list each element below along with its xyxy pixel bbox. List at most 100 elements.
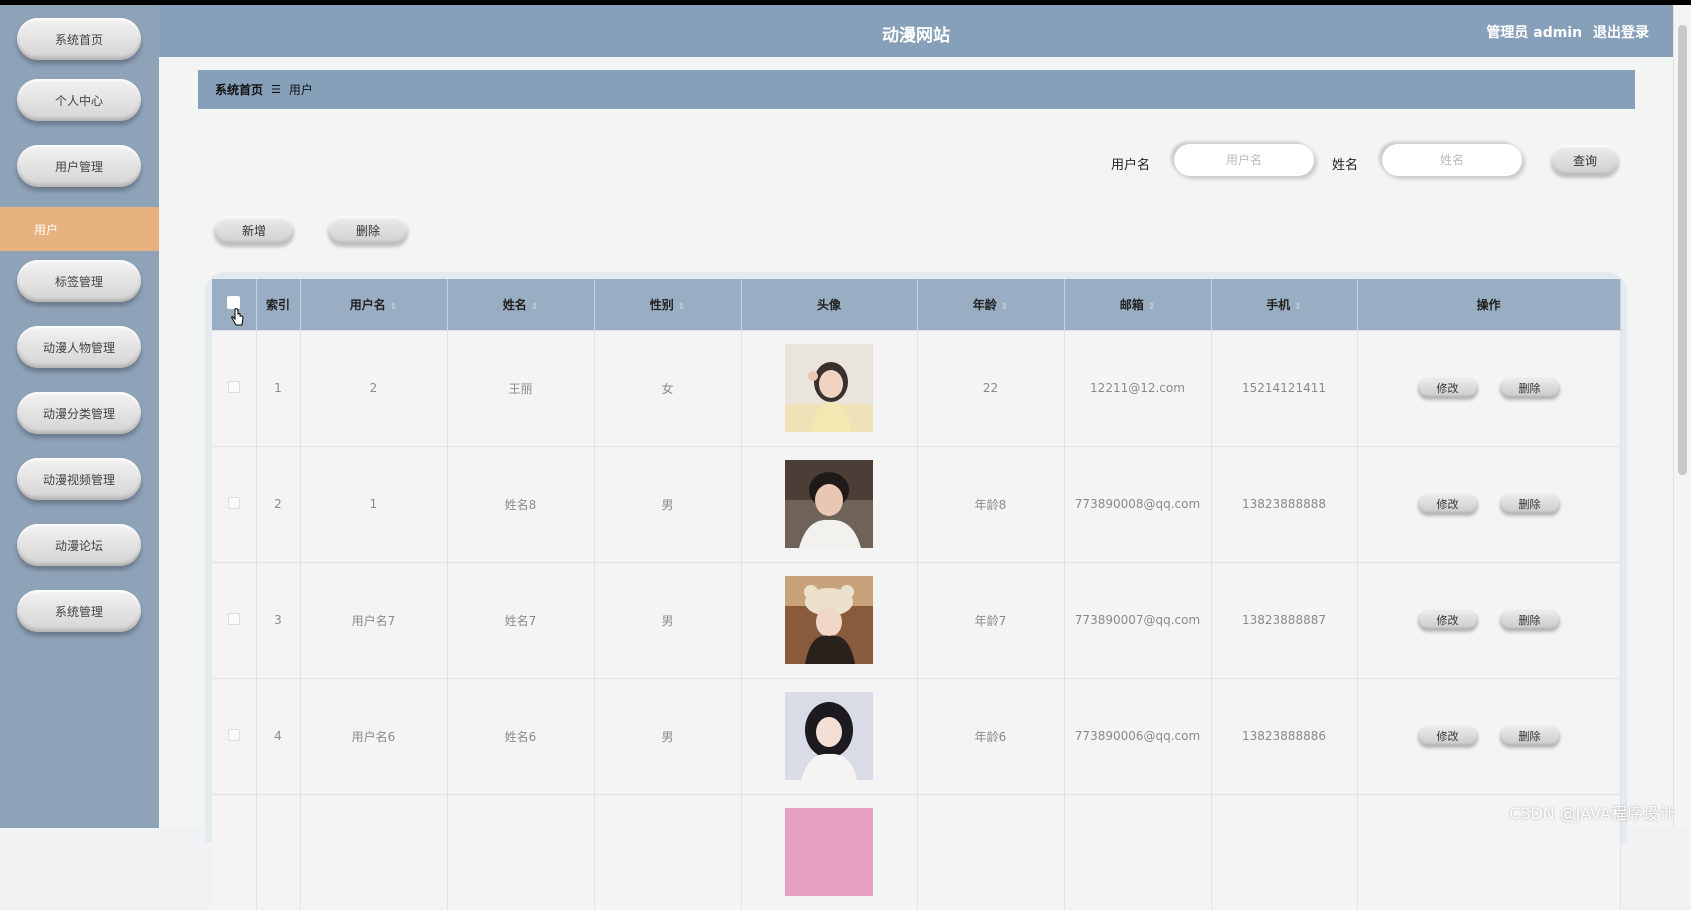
cell-phone: 15214121411 xyxy=(1211,329,1358,446)
window-top-edge xyxy=(0,0,1691,5)
sidebar-item-tag-management[interactable]: 标签管理 xyxy=(17,260,141,302)
table-header-row: 索引 用户名 ⇕ 姓名 ⇕ 性别 ⇕ 头像 年龄 ⇕ 邮箱 ⇕ 手机 ⇕ 操作 xyxy=(212,279,1621,330)
sidebar-item-users-active[interactable]: 用户 xyxy=(0,207,159,251)
sort-icon[interactable]: ⇕ xyxy=(1148,302,1156,312)
column-header-actions: 操作 xyxy=(1357,279,1621,330)
cell-name: 姓名7 xyxy=(447,561,595,678)
cell-age: 年龄6 xyxy=(917,677,1065,794)
sidebar-item-user-management[interactable]: 用户管理 xyxy=(17,145,141,187)
cell-username: 1 xyxy=(300,445,448,562)
main-content: 系统首页 ☰ 用户 用户名 姓名 查询 新增 删除 索引 用户名⇕ 姓名⇕ 性别… xyxy=(159,57,1673,910)
top-header: 动漫网站 管理员 admin 退出登录 xyxy=(159,5,1673,57)
user-info: 管理员 admin 退出登录 xyxy=(1480,22,1649,42)
column-header-age[interactable]: 年龄 ⇕ xyxy=(917,279,1065,330)
cell-username: 用户名7 xyxy=(300,561,448,678)
avatar-image[interactable] xyxy=(785,808,873,897)
edit-button[interactable]: 修改 xyxy=(1417,494,1478,514)
sort-icon[interactable]: ⇕ xyxy=(531,302,539,312)
logout-link[interactable]: 退出登录 xyxy=(1593,25,1649,41)
user-table: 索引 用户名 ⇕ 姓名 ⇕ 性别 ⇕ 头像 年龄 ⇕ 邮箱 ⇕ 手机 ⇕ 操作 1 2 王丽 xyxy=(212,279,1621,910)
delete-button[interactable]: 删除 xyxy=(1499,726,1560,746)
column-header-phone[interactable]: 手机 ⇕ xyxy=(1211,279,1358,330)
avatar-image[interactable] xyxy=(785,576,873,664)
row-checkbox[interactable] xyxy=(227,728,240,741)
sort-icon[interactable]: ⇕ xyxy=(678,302,686,312)
delete-button[interactable]: 删除 xyxy=(1499,610,1560,630)
delete-button[interactable]: 删除 xyxy=(1499,494,1560,514)
cell-index: 1 xyxy=(256,329,301,446)
column-header-name[interactable]: 姓名 ⇕ xyxy=(447,279,595,330)
cell-name: 姓名8 xyxy=(447,445,595,562)
cell-email: 773890008@qq.com xyxy=(1064,445,1212,562)
breadcrumb-separator-icon: ☰ xyxy=(271,83,281,96)
column-header-index: 索引 xyxy=(256,279,301,330)
cell-username: 用户名6 xyxy=(300,677,448,794)
table-row: 3 用户名7 姓名7 男 年龄7 773890007@qq.com 138238… xyxy=(212,561,1621,678)
sidebar-item-system-management[interactable]: 系统管理 xyxy=(17,590,141,632)
name-search-input[interactable] xyxy=(1382,144,1522,176)
hand-cursor-icon xyxy=(231,308,244,326)
cell-email: 12211@12.com xyxy=(1064,329,1212,446)
sort-icon[interactable]: ⇕ xyxy=(390,302,398,312)
breadcrumb-home[interactable]: 系统首页 xyxy=(215,81,263,98)
user-table-container: 索引 用户名 ⇕ 姓名 ⇕ 性别 ⇕ 头像 年龄 ⇕ 邮箱 ⇕ 手机 ⇕ 操作 1 2 王丽 xyxy=(205,272,1627,910)
sidebar: 系统首页 个人中心 用户管理 用户 标签管理 动漫人物管理 动漫分类管理 动漫视… xyxy=(0,5,159,828)
admin-user-label: 管理员 admin xyxy=(1486,25,1583,41)
name-search-label: 姓名 xyxy=(1332,158,1359,173)
query-button[interactable]: 查询 xyxy=(1551,145,1619,175)
scrollbar-thumb[interactable] xyxy=(1678,25,1687,475)
column-header-avatar: 头像 xyxy=(741,279,918,330)
cell-phone: 13823888887 xyxy=(1211,561,1358,678)
breadcrumb-current: 用户 xyxy=(288,83,313,97)
delete-button[interactable]: 删除 xyxy=(1499,378,1560,398)
column-header-username[interactable]: 用户名 ⇕ xyxy=(300,279,448,330)
row-checkbox[interactable] xyxy=(227,380,240,393)
cell-phone: 13823888888 xyxy=(1211,445,1358,562)
cell-gender: 男 xyxy=(594,445,742,562)
table-row: 4 用户名6 姓名6 男 年龄6 773890006@qq.com 138238… xyxy=(212,677,1621,794)
cell-age: 年龄7 xyxy=(917,561,1065,678)
sidebar-item-profile[interactable]: 个人中心 xyxy=(17,79,141,121)
cell-email: 773890006@qq.com xyxy=(1064,677,1212,794)
sort-icon[interactable]: ⇕ xyxy=(1294,302,1302,312)
column-header-email[interactable]: 邮箱 ⇕ xyxy=(1064,279,1212,330)
cell-name: 王丽 xyxy=(447,329,595,446)
cell-age: 22 xyxy=(917,329,1065,446)
edit-button[interactable]: 修改 xyxy=(1417,726,1478,746)
cell-index: 3 xyxy=(256,561,301,678)
table-row: 2 1 姓名8 男 年龄8 773890008@qq.com 138238888… xyxy=(212,445,1621,562)
watermark: CSDN @JAVA程序设计 xyxy=(1509,804,1675,823)
username-search-label: 用户名 xyxy=(1111,158,1151,173)
breadcrumb: 系统首页 ☰ 用户 xyxy=(198,70,1635,109)
sidebar-item-category-management[interactable]: 动漫分类管理 xyxy=(17,392,141,434)
column-header-gender[interactable]: 性别 ⇕ xyxy=(594,279,742,330)
edit-button[interactable]: 修改 xyxy=(1417,610,1478,630)
avatar-image[interactable] xyxy=(785,692,873,780)
sidebar-item-character-management[interactable]: 动漫人物管理 xyxy=(17,326,141,368)
cell-name: 姓名6 xyxy=(447,677,595,794)
table-row: 1 2 王丽 女 22 12211@12.com 15214121411 修改 删… xyxy=(212,329,1621,446)
sidebar-item-forum[interactable]: 动漫论坛 xyxy=(17,524,141,566)
cell-gender: 男 xyxy=(594,561,742,678)
avatar-image[interactable] xyxy=(785,460,873,548)
cell-username: 2 xyxy=(300,329,448,446)
cell-index: 2 xyxy=(256,445,301,562)
cell-age: 年龄8 xyxy=(917,445,1065,562)
page-scrollbar[interactable] xyxy=(1673,5,1691,828)
sort-icon[interactable]: ⇕ xyxy=(1001,302,1009,312)
batch-delete-button[interactable]: 删除 xyxy=(328,216,408,244)
site-title: 动漫网站 xyxy=(882,26,950,46)
cell-gender: 女 xyxy=(594,329,742,446)
avatar-image[interactable] xyxy=(785,344,873,432)
cell-gender: 男 xyxy=(594,677,742,794)
cell-index: 4 xyxy=(256,677,301,794)
edit-button[interactable]: 修改 xyxy=(1417,378,1478,398)
cell-email: 773890007@qq.com xyxy=(1064,561,1212,678)
sidebar-item-home[interactable]: 系统首页 xyxy=(17,18,141,60)
username-search-input[interactable] xyxy=(1174,144,1314,176)
sidebar-item-video-management[interactable]: 动漫视频管理 xyxy=(17,458,141,500)
row-checkbox[interactable] xyxy=(227,496,240,509)
row-checkbox[interactable] xyxy=(227,612,240,625)
add-button[interactable]: 新增 xyxy=(214,216,294,244)
cell-phone: 13823888886 xyxy=(1211,677,1358,794)
